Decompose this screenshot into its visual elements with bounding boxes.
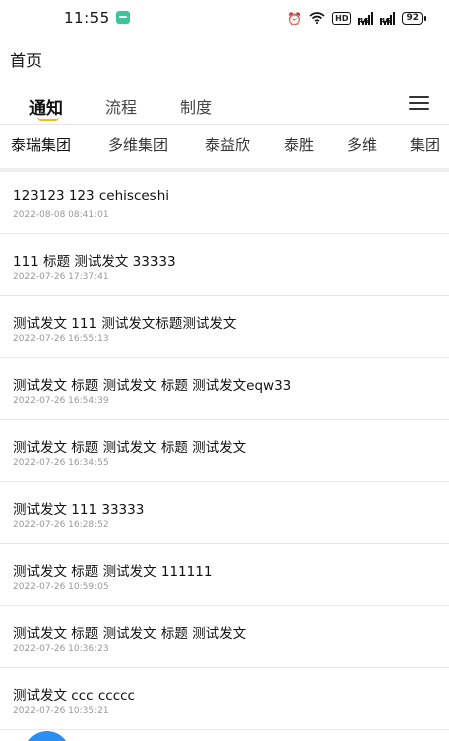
floating-action-button[interactable] — [24, 731, 70, 741]
notice-date: 2022-07-26 17:37:41 — [13, 272, 109, 282]
list-item[interactable]: 123123 123 cehisceshi 2022-08-08 08:41:0… — [0, 172, 449, 234]
notice-date: 2022-07-26 16:34:55 — [13, 458, 109, 468]
list-item[interactable]: 测试发文 111 测试发文标题测试发文 2022-07-26 16:55:13 — [0, 296, 449, 358]
notice-date: 2022-08-08 08:41:01 — [13, 210, 109, 220]
status-time: 11:55 — [64, 9, 110, 27]
company-tab[interactable]: 泰瑞集团 — [11, 134, 71, 155]
company-tab[interactable]: 多维 — [347, 134, 377, 155]
company-tab[interactable]: 多维集团 — [108, 134, 168, 155]
list-item[interactable]: 测试发文 标题 测试发文 标题 测试发文 2022-07-26 10:36:23 — [0, 606, 449, 668]
signal-icon: 4G — [358, 12, 374, 25]
tab-notice[interactable]: 通知 — [29, 94, 63, 119]
notice-title: 测试发文 标题 测试发文 标题 测试发文 — [13, 626, 247, 642]
signal-label: 4G — [358, 18, 369, 25]
wifi-icon — [309, 9, 325, 28]
notice-date: 2022-07-26 10:59:05 — [13, 582, 109, 592]
notice-title: 测试发文 ccc ccccc — [13, 688, 135, 704]
tab-process[interactable]: 流程 — [105, 94, 137, 118]
notice-title: 123123 123 cehisceshi — [13, 188, 170, 204]
notice-title: 测试发文 标题 测试发文 111111 — [13, 564, 213, 580]
chat-icon — [116, 11, 130, 24]
tab-policy[interactable]: 制度 — [180, 94, 212, 118]
tab-indicator — [37, 117, 59, 121]
signal-label: 4G — [380, 18, 391, 25]
notice-title: 111 标题 测试发文 33333 — [13, 254, 176, 270]
menu-icon[interactable] — [409, 96, 429, 112]
battery-icon: 92 — [402, 12, 426, 25]
hd-icon: HD — [332, 12, 352, 25]
company-tab[interactable]: 集团 — [410, 134, 440, 155]
signal-icon: 4G — [380, 12, 396, 25]
main-tabs: 通知 流程 制度 — [0, 90, 449, 121]
notice-date: 2022-07-26 16:54:39 — [13, 396, 109, 406]
notice-title: 测试发文 111 测试发文标题测试发文 — [13, 316, 237, 332]
list-item[interactable]: 测试发文 111 33333 2022-07-26 16:28:52 — [0, 482, 449, 544]
company-tabs: 泰瑞集团 多维集团 泰益欣 泰胜 多维 集团 — [0, 124, 449, 168]
status-icons: ⏰ HD 4G 4G 92 — [287, 9, 426, 28]
notice-date: 2022-07-26 16:55:13 — [13, 334, 109, 344]
notice-date: 2022-07-26 16:28:52 — [13, 520, 109, 530]
notice-date: 2022-07-26 10:36:23 — [13, 644, 109, 654]
notice-title: 测试发文 标题 测试发文 标题 测试发文eqw33 — [13, 378, 292, 394]
list-item[interactable]: 111 标题 测试发文 33333 2022-07-26 17:37:41 — [0, 234, 449, 296]
page-title: 首页 — [10, 51, 43, 70]
status-bar: 11:55 ⏰ HD 4G 4G 92 — [0, 0, 449, 36]
notice-title: 测试发文 标题 测试发文 标题 测试发文 — [13, 440, 247, 456]
alarm-icon: ⏰ — [287, 11, 303, 26]
list-item[interactable]: 测试发文 标题 测试发文 111111 2022-07-26 10:59:05 — [0, 544, 449, 606]
company-tab[interactable]: 泰益欣 — [205, 134, 250, 155]
list-item[interactable]: 测试发文 标题 测试发文 标题 测试发文eqw33 2022-07-26 16:… — [0, 358, 449, 420]
company-tab[interactable]: 泰胜 — [284, 134, 314, 155]
list-item[interactable]: 测试发文 标题 测试发文 标题 测试发文 2022-07-26 16:34:55 — [0, 420, 449, 482]
list-item[interactable]: 测试发文 ccc ccccc 2022-07-26 10:35:21 — [0, 668, 449, 730]
notice-title: 测试发文 111 33333 — [13, 502, 145, 518]
notice-date: 2022-07-26 10:35:21 — [13, 706, 109, 716]
